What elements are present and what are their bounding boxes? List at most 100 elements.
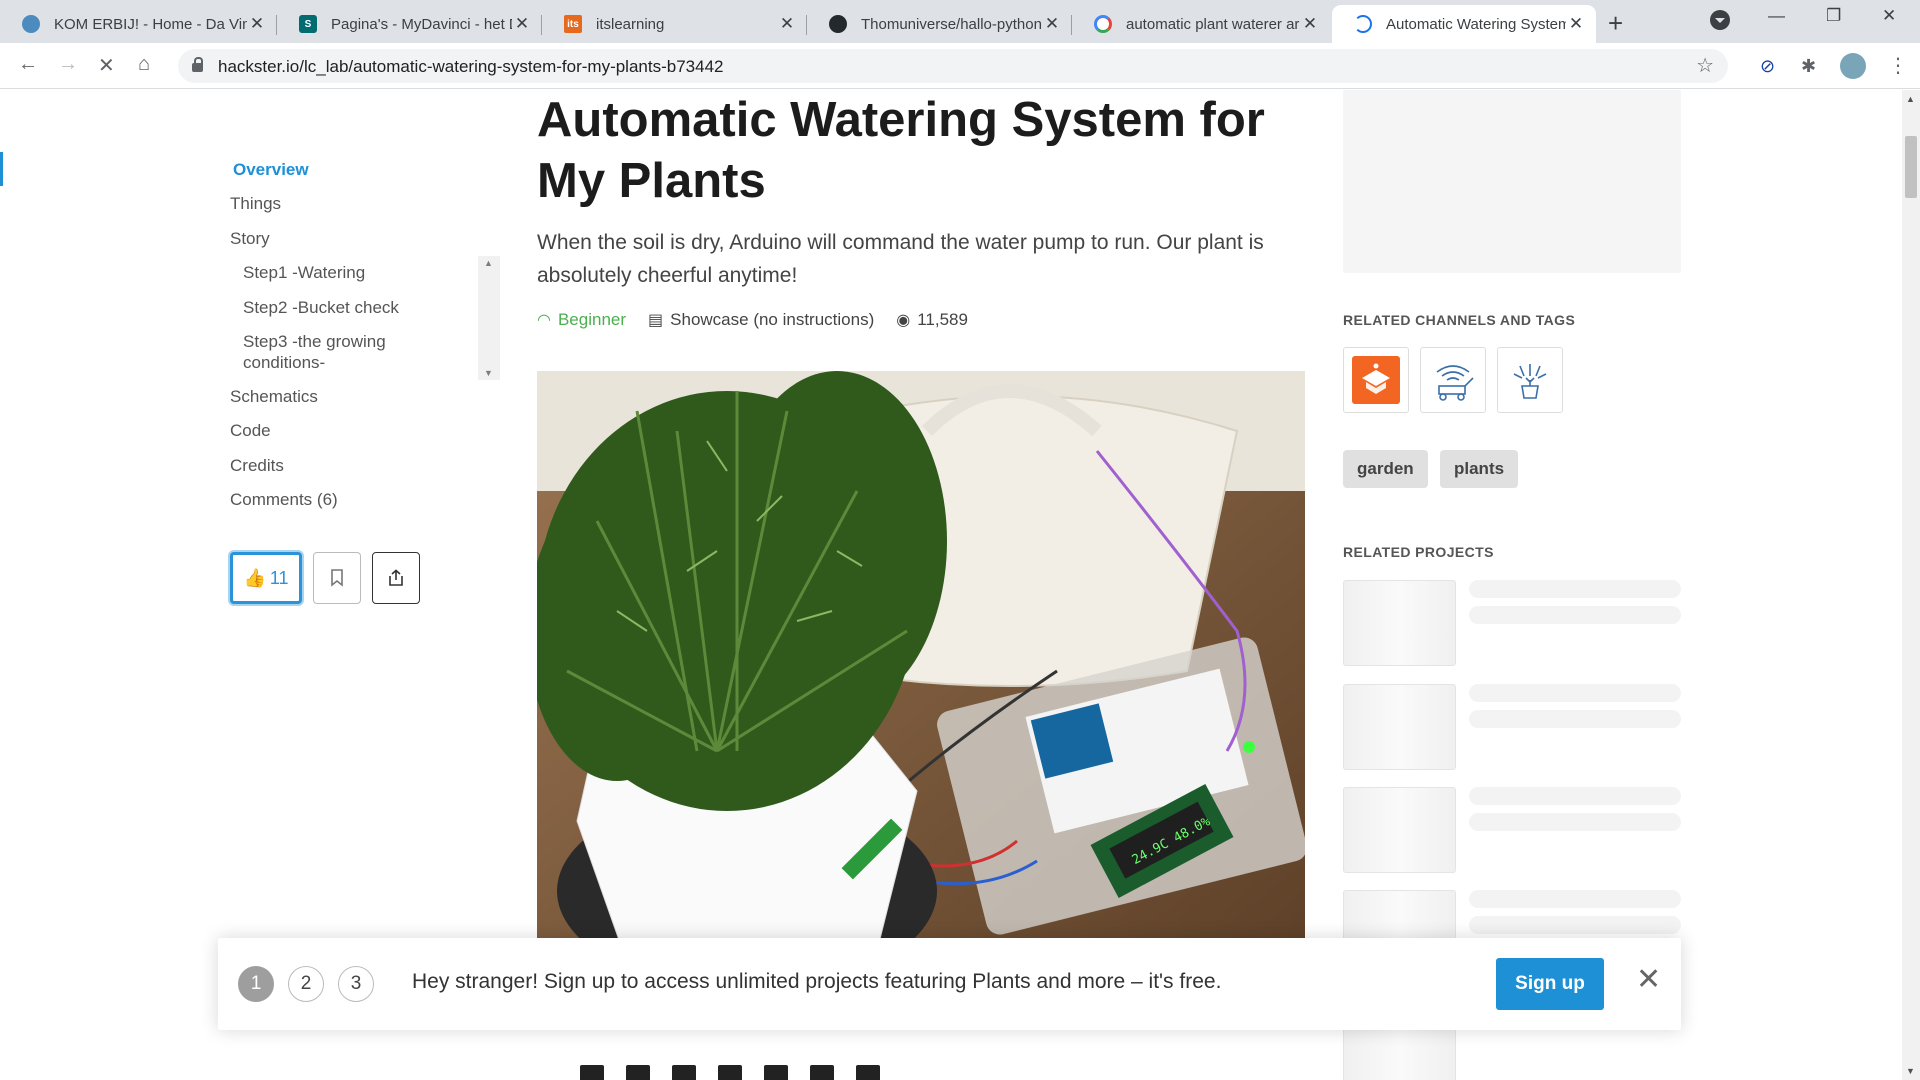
browser-tab-5[interactable]: automatic plant waterer arduino ✕ [1072,5,1330,43]
browser-menu-icon[interactable]: ⋮ [1888,53,1908,78]
address-bar[interactable]: hackster.io/lc_lab/automatic-watering-sy… [178,49,1728,83]
toc-item-story[interactable]: Story [230,229,270,249]
related-project-placeholder-line [1469,710,1681,728]
sprinkler-plant-icon [1513,364,1547,399]
toc-item-comments[interactable]: Comments (6) [230,490,338,510]
difficulty[interactable]: ◠ Beginner [537,310,626,330]
project-meta: ◠ Beginner ▤ Showcase (no instructions) … [537,307,968,333]
loading-icon [1354,15,1372,33]
related-project-placeholder-line [1469,916,1681,934]
lawnmower-wifi-icon [1436,365,1474,401]
channel-smart-lawn[interactable] [1420,347,1486,413]
scrollbar-thumb[interactable] [1905,136,1917,198]
bookmark-star-icon[interactable]: ☆ [1696,53,1714,78]
toc-active-indicator [0,152,3,186]
davinci-icon [22,15,40,33]
plant-photo-illustration: 24.9C 48.0% [537,371,1305,991]
page-scrollbar[interactable]: ▲ ▼ [1902,90,1920,1080]
tag-garden[interactable]: garden [1343,450,1428,488]
toc-item-step2[interactable]: Step2 -Bucket check [243,298,399,318]
toc-item-code[interactable]: Code [230,421,271,441]
bookmark-icon [331,569,343,587]
sharepoint-icon: S [299,15,317,33]
toc-item-schematics[interactable]: Schematics [230,387,318,407]
restore-icon[interactable]: ❐ [1826,6,1841,26]
toc-item-overview[interactable]: Overview [233,160,309,180]
toc-item-step3[interactable]: Step3 -the growing [243,332,386,352]
tab-title: itslearning [596,15,665,33]
browser-tab-4[interactable]: Thomuniverse/hallo-python ✕ [807,5,1072,43]
close-tab-icon[interactable]: ✕ [1300,14,1320,34]
extensions-icon[interactable]: ✱ [1801,56,1816,77]
close-tab-icon[interactable]: ✕ [247,14,267,34]
bookmark-button[interactable] [313,552,361,604]
sign-up-button[interactable]: Sign up [1496,958,1604,1010]
close-tab-icon[interactable]: ✕ [1042,14,1062,34]
browser-tab-3[interactable]: its itslearning ✕ [542,5,807,43]
toc-item-credits[interactable]: Credits [230,456,284,476]
related-project-placeholder-line [1469,606,1681,624]
ad-placeholder [1343,90,1681,273]
related-project-placeholder-line [1469,787,1681,805]
project-summary: When the soil is dry, Arduino will comma… [537,231,1264,287]
step-indicator-3[interactable]: 3 [338,966,374,1002]
signup-message: Hey stranger! Sign up to access unlimite… [412,970,1222,993]
tab-title: automatic plant waterer arduino [1126,15,1300,33]
scroll-down-icon[interactable]: ▼ [484,368,493,378]
browser-tab-active[interactable]: Automatic Watering System for My Plants … [1332,5,1596,43]
itslearning-icon: its [564,15,582,33]
close-window-icon[interactable]: ✕ [1882,6,1896,26]
hero-photo[interactable]: 24.9C 48.0% [537,371,1305,991]
related-channels-heading: RELATED CHANNELS AND TAGS [1343,312,1576,328]
toc-item-step1[interactable]: Step1 -Watering [243,263,365,283]
related-project-thumbnail[interactable] [1343,684,1456,770]
browser-tab-2[interactable]: S Pagina's - MyDavinci - het Da Vinci ✕ [277,5,542,43]
signup-banner: 1 2 3 Hey stranger! Sign up to access un… [218,938,1681,1030]
respect-button[interactable]: 👍 11 [230,552,302,604]
stop-loading-icon[interactable]: ✕ [98,53,115,78]
scroll-up-icon[interactable]: ▲ [484,258,493,268]
back-icon[interactable]: ← [18,53,38,76]
close-icon[interactable]: ✕ [1636,962,1661,997]
step-indicator-1[interactable]: 1 [238,966,274,1002]
share-icon [389,569,403,586]
next-heading-peek [580,1065,1000,1080]
browser-tab-1[interactable]: KOM ERBIJ! - Home - Da Vinci ✕ [0,5,277,43]
address-url[interactable]: hackster.io/lc_lab/automatic-watering-sy… [218,57,723,77]
forward-icon[interactable]: → [58,53,78,76]
like-count: 11 [269,567,289,588]
showcase-icon: ▤ [648,312,664,329]
scroll-up-icon[interactable]: ▲ [1906,94,1915,104]
arduino-channel-icon [1352,356,1400,404]
tab-search-icon[interactable] [1710,10,1730,30]
thumbs-up-icon: 👍 [243,567,266,588]
project-title: Automatic Watering System for My Plants [537,93,1265,208]
new-tab-button[interactable]: + [1608,8,1623,39]
profile-avatar[interactable] [1840,53,1866,79]
eye-icon: ◉ [896,312,911,329]
scroll-down-icon[interactable]: ▼ [1906,1066,1915,1076]
tag-plants[interactable]: plants [1440,450,1519,488]
difficulty-gauge-icon: ◠ [537,312,551,329]
tab-strip: KOM ERBIJ! - Home - Da Vinci ✕ S Pagina'… [0,0,1920,43]
toc-item-step3-cont[interactable]: conditions- [243,353,325,373]
channel-plant-watering[interactable] [1497,347,1563,413]
view-count: 11,589 [917,310,968,329]
related-project-placeholder-line [1469,580,1681,598]
close-tab-icon[interactable]: ✕ [777,14,797,34]
related-project-placeholder-line [1469,684,1681,702]
step-indicator-2[interactable]: 2 [288,966,324,1002]
close-tab-icon[interactable]: ✕ [1566,14,1586,34]
toc-scrollbar[interactable]: ▲ ▼ [478,256,500,380]
channel-arduino[interactable] [1343,347,1409,413]
related-project-thumbnail[interactable] [1343,580,1456,666]
block-extension-icon[interactable]: ⊘ [1760,56,1775,77]
minimize-icon[interactable]: — [1768,6,1785,26]
toc-item-things[interactable]: Things [230,194,281,214]
related-project-thumbnail[interactable] [1343,787,1456,873]
share-button[interactable] [372,552,420,604]
home-icon[interactable]: ⌂ [138,53,150,76]
close-tab-icon[interactable]: ✕ [512,14,532,34]
tab-title: Pagina's - MyDavinci - het Da Vinci [331,15,512,33]
browser-toolbar: ← → ✕ ⌂ hackster.io/lc_lab/automatic-wat… [0,43,1920,89]
